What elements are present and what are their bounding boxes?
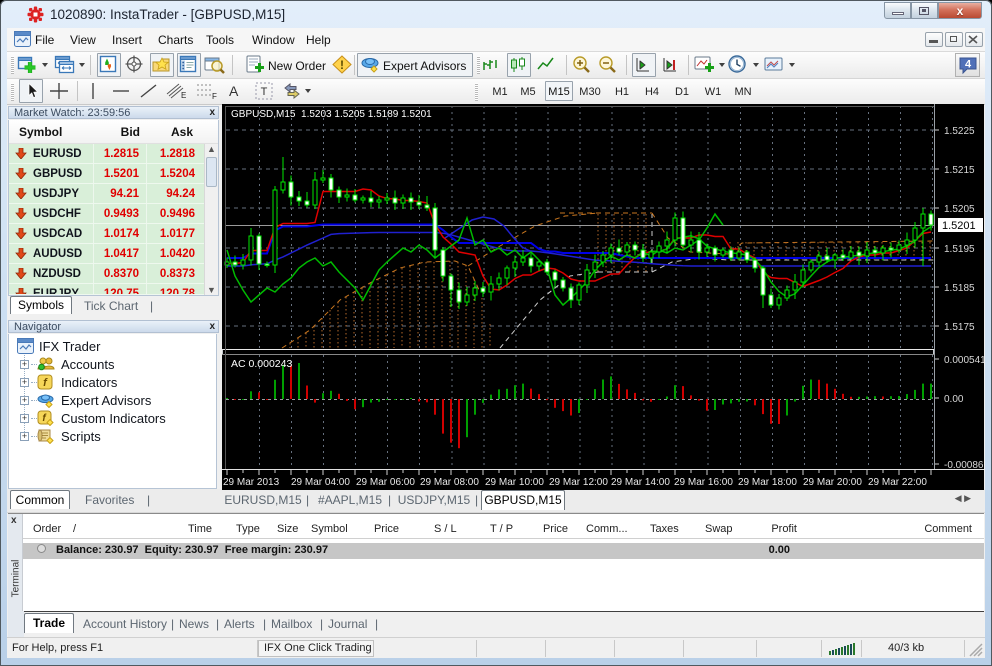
svg-text:29 Mar 16:00: 29 Mar 16:00 <box>674 477 733 488</box>
svg-text:T: T <box>261 86 268 98</box>
svg-text:0.000541: 0.000541 <box>944 355 984 366</box>
svg-text:29 Mar 12:00: 29 Mar 12:00 <box>549 477 608 488</box>
svg-text:4: 4 <box>965 59 972 71</box>
svg-text:1.5175: 1.5175 <box>944 322 975 333</box>
svg-text:29 Mar 22:00: 29 Mar 22:00 <box>868 477 927 488</box>
svg-text:GBPUSD,M15 1.5203 1.5205 1.51: GBPUSD,M15 1.5203 1.5205 1.5189 1.5201 <box>231 109 432 120</box>
svg-text:29 Mar 14:00: 29 Mar 14:00 <box>611 477 670 488</box>
svg-text:29 Mar 08:00: 29 Mar 08:00 <box>420 477 479 488</box>
svg-text:29 Mar 06:00: 29 Mar 06:00 <box>356 477 415 488</box>
svg-text:1.5205: 1.5205 <box>944 204 975 215</box>
svg-text:E: E <box>181 91 186 100</box>
svg-text:0.00: 0.00 <box>944 394 964 405</box>
svg-text:29 Mar 20:00: 29 Mar 20:00 <box>803 477 862 488</box>
svg-text:29 Mar 10:00: 29 Mar 10:00 <box>485 477 544 488</box>
svg-text:1.5201: 1.5201 <box>942 220 976 232</box>
svg-text:1.5195: 1.5195 <box>944 244 975 255</box>
svg-text:1.5215: 1.5215 <box>944 165 975 176</box>
svg-text:1.5225: 1.5225 <box>944 126 975 137</box>
svg-text:F: F <box>212 92 217 101</box>
svg-text:29 Mar 04:00: 29 Mar 04:00 <box>291 477 350 488</box>
svg-text:!: ! <box>340 58 344 72</box>
svg-text:AC 0.000243: AC 0.000243 <box>231 358 292 370</box>
svg-text:1.5185: 1.5185 <box>944 283 975 294</box>
svg-text:-0.00086: -0.00086 <box>944 460 984 471</box>
svg-text:29 Mar 2013: 29 Mar 2013 <box>223 477 280 488</box>
svg-text:29 Mar 18:00: 29 Mar 18:00 <box>738 477 797 488</box>
